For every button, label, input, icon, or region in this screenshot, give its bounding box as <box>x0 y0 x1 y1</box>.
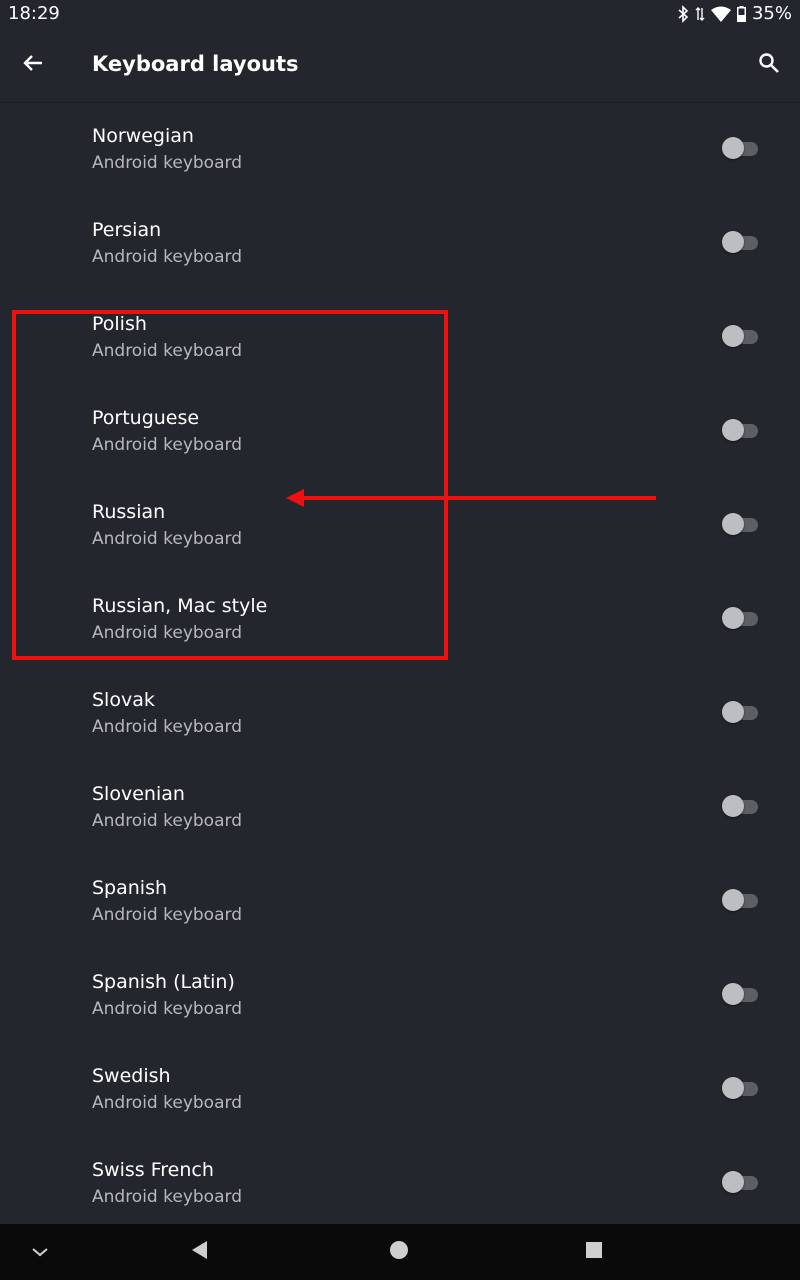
battery-percentage: 35% <box>751 3 792 24</box>
layout-subtitle: Android keyboard <box>92 1093 242 1113</box>
toggle-thumb <box>722 419 744 441</box>
toggle-thumb <box>722 607 744 629</box>
toggle-thumb <box>722 795 744 817</box>
toggle-thumb <box>722 701 744 723</box>
layout-toggle-switch[interactable] <box>722 325 760 347</box>
app-bar: Keyboard layouts <box>0 30 800 103</box>
list-item[interactable]: Spanish Android keyboard <box>0 853 800 947</box>
wifi-icon <box>710 6 731 22</box>
nav-collapse-button[interactable] <box>26 1238 54 1266</box>
recents-square-icon <box>585 1241 603 1263</box>
search-button[interactable] <box>754 50 784 80</box>
layout-name: Persian <box>92 219 162 241</box>
layout-name: Swedish <box>92 1065 171 1087</box>
list-item[interactable]: Slovak Android keyboard <box>0 665 800 759</box>
list-item[interactable]: Spanish (Latin) Android keyboard <box>0 947 800 1041</box>
search-icon <box>758 52 780 78</box>
layout-toggle-switch[interactable] <box>722 701 760 723</box>
layout-toggle-switch[interactable] <box>722 889 760 911</box>
toggle-thumb <box>722 889 744 911</box>
list-item[interactable]: Swedish Android keyboard <box>0 1041 800 1135</box>
layout-toggle-switch[interactable] <box>722 1171 760 1193</box>
layout-toggle-switch[interactable] <box>722 983 760 1005</box>
chevron-down-icon <box>31 1243 49 1262</box>
arrow-back-icon <box>22 52 44 78</box>
data-arrows-icon <box>695 5 705 23</box>
layout-subtitle: Android keyboard <box>92 999 242 1019</box>
home-circle-icon <box>389 1240 409 1264</box>
layout-toggle-switch[interactable] <box>722 1077 760 1099</box>
annotation-arrow-icon <box>286 489 656 507</box>
layout-name: Spanish <box>92 877 168 899</box>
list-item[interactable]: Slovenian Android keyboard <box>0 759 800 853</box>
keyboard-layout-list: Norwegian Android keyboard Persian Android … <box>0 101 800 1229</box>
nav-home-button[interactable] <box>385 1238 413 1266</box>
layout-name: Slovenian <box>92 783 185 805</box>
layout-subtitle: Android keyboard <box>92 1187 242 1207</box>
toggle-thumb <box>722 137 744 159</box>
toggle-thumb <box>722 513 744 535</box>
status-time: 18:29 <box>8 3 60 24</box>
layout-name: Spanish (Latin) <box>92 971 235 993</box>
layout-subtitle: Android keyboard <box>92 717 242 737</box>
status-bar: 18:29 35% <box>0 0 800 30</box>
status-icons: 35% <box>677 3 792 24</box>
layout-name: Norwegian <box>92 125 194 147</box>
screen: 18:29 35% Keyboard layouts Norwegian And… <box>0 0 800 1280</box>
toggle-thumb <box>722 1077 744 1099</box>
list-item[interactable]: Norwegian Android keyboard <box>0 101 800 195</box>
battery-icon <box>736 5 746 22</box>
layout-name: Swiss French <box>92 1159 214 1181</box>
back-button[interactable] <box>18 50 48 80</box>
list-item[interactable]: Persian Android keyboard <box>0 195 800 289</box>
layout-toggle-switch[interactable] <box>722 513 760 535</box>
bluetooth-icon <box>677 4 689 23</box>
layout-name: Slovak <box>92 689 155 711</box>
toggle-thumb <box>722 325 744 347</box>
list-item[interactable]: Swiss French Android keyboard <box>0 1135 800 1229</box>
layout-subtitle: Android keyboard <box>92 247 242 267</box>
layout-subtitle: Android keyboard <box>92 153 242 173</box>
navigation-bar <box>0 1224 800 1280</box>
layout-toggle-switch[interactable] <box>722 231 760 253</box>
page-title: Keyboard layouts <box>92 52 299 76</box>
back-triangle-icon <box>191 1240 209 1264</box>
layout-subtitle: Android keyboard <box>92 811 242 831</box>
layout-toggle-switch[interactable] <box>722 795 760 817</box>
toggle-thumb <box>722 983 744 1005</box>
layout-subtitle: Android keyboard <box>92 905 242 925</box>
nav-back-button[interactable] <box>186 1238 214 1266</box>
layout-toggle-switch[interactable] <box>722 607 760 629</box>
layout-toggle-switch[interactable] <box>722 419 760 441</box>
nav-recents-button[interactable] <box>580 1238 608 1266</box>
layout-toggle-switch[interactable] <box>722 137 760 159</box>
toggle-thumb <box>722 1171 744 1193</box>
toggle-thumb <box>722 231 744 253</box>
